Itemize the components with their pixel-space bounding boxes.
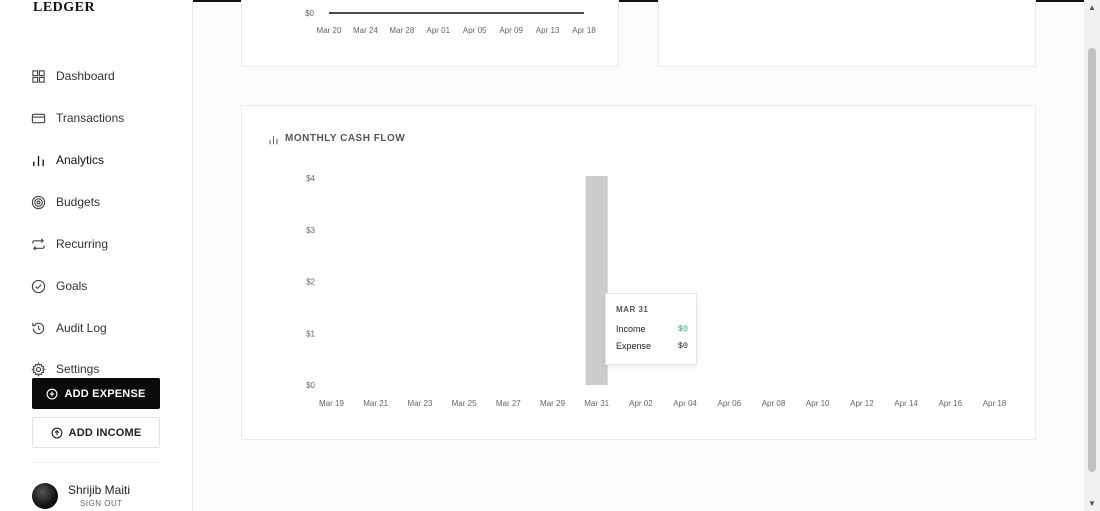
tooltip-expense-label: Expense xyxy=(616,341,652,351)
x-tick-label: Mar 29 xyxy=(540,399,565,408)
x-tick-label: Mar 19 xyxy=(319,399,344,408)
sidebar-item-label: Budgets xyxy=(56,195,101,209)
tooltip-income-value: $0 xyxy=(677,324,688,334)
plus-circle-icon xyxy=(47,388,58,399)
sidebar-item-label: Goals xyxy=(56,279,88,293)
sign-out-link[interactable]: SIGN OUT xyxy=(80,499,123,508)
scroll-down-arrow-icon[interactable]: ▼ xyxy=(1088,499,1096,508)
y-tick-label: $1 xyxy=(306,329,315,338)
sidebar-item-budgets[interactable]: Budgets xyxy=(31,192,100,212)
sidebar-item-label: Settings xyxy=(56,362,100,376)
tooltip-date: MAR 31 xyxy=(616,305,649,314)
sidebar-item-label: Analytics xyxy=(56,153,105,167)
add-expense-label: ADD EXPENSE xyxy=(64,387,146,400)
sidebar-item-analytics[interactable]: Analytics xyxy=(31,150,104,170)
check-circle-icon xyxy=(31,279,46,293)
x-tick-label: Apr 06 xyxy=(718,399,742,408)
sidebar-item-transactions[interactable]: Transactions xyxy=(31,108,124,128)
gear-icon xyxy=(31,361,46,377)
x-tick-label: Mar 27 xyxy=(496,399,521,408)
x-tick-label: Mar 31 xyxy=(584,399,609,408)
app-logo: LEDGER xyxy=(33,0,96,15)
y-tick-label: $3 xyxy=(306,226,315,235)
x-tick-label: Apr 01 xyxy=(426,26,450,35)
sidebar-item-label: Transactions xyxy=(56,111,125,125)
history-icon xyxy=(32,322,45,334)
scrollbar[interactable]: ▲ ▼ xyxy=(1084,0,1100,511)
x-tick-label: Apr 09 xyxy=(499,26,523,35)
x-tick-label: Mar 20 xyxy=(317,26,342,35)
x-tick-label: Mar 25 xyxy=(452,399,477,408)
x-tick-label: Apr 02 xyxy=(629,399,653,408)
sidebar-item-recurring[interactable]: Recurring xyxy=(31,234,108,254)
x-tick-label: Apr 12 xyxy=(850,399,874,408)
x-tick-label: Apr 14 xyxy=(894,399,918,408)
sidebar: LEDGER Dashboard Transactions Analytics … xyxy=(0,0,193,511)
target-icon xyxy=(31,195,46,209)
x-tick-label: Mar 24 xyxy=(353,26,378,35)
sidebar-item-label: Dashboard xyxy=(56,69,115,83)
card-icon xyxy=(31,113,46,123)
cash-flow-chart: $0 $1 $2 $3 $4 Mar 19 Mar 21 Mar 23 Mar 25 Mar 27… xyxy=(306,174,1007,408)
sidebar-item-audit-log[interactable]: Audit Log xyxy=(31,318,107,338)
arrow-up-circle-icon xyxy=(51,427,62,438)
x-tick-label: Apr 13 xyxy=(536,26,560,35)
x-tick-label: Apr 16 xyxy=(939,399,963,408)
x-tick-label: Mar 23 xyxy=(407,399,432,408)
trend-chart: $0Mar 20 Mar 24 Mar 28 Apr 01 Apr 05 Apr 09 Ap… xyxy=(305,9,596,35)
card-title: MONTHLY CASH FLOW xyxy=(285,133,406,144)
tooltip-expense-row: Expense $0 xyxy=(616,341,688,351)
x-tick-label: Apr 10 xyxy=(806,399,830,408)
tooltip-expense-value: $0 xyxy=(677,341,688,351)
dashboard-icon xyxy=(32,69,45,83)
add-income-label: ADD INCOME xyxy=(68,426,142,439)
user-name: Shrijib Maiti xyxy=(68,483,131,497)
add-expense-button[interactable]: ADD EXPENSE xyxy=(32,378,160,409)
tooltip-income-label: Income xyxy=(616,324,646,334)
sidebar-item-goals[interactable]: Goals xyxy=(31,276,87,296)
chart-tooltip: MAR 31 Income $0 Expense $0 xyxy=(605,293,697,365)
x-tick-label: Apr 18 xyxy=(983,399,1007,408)
y-tick-label: $0 xyxy=(305,9,314,18)
sidebar-item-dashboard[interactable]: Dashboard xyxy=(31,66,115,86)
y-tick-label: $0 xyxy=(306,381,315,390)
x-tick-label: Apr 05 xyxy=(463,26,487,35)
trend-card: $0 Mar 20 Mar 24 Mar 28 Apr 01 Apr 05 Apr 09 Ap… xyxy=(241,0,619,67)
bar-chart-icon xyxy=(33,155,44,166)
divider xyxy=(32,462,160,463)
sidebar-item-label: Audit Log xyxy=(56,321,107,335)
tooltip-income-row: Income $0 xyxy=(616,324,688,334)
x-tick-label: Mar 21 xyxy=(363,399,388,408)
scroll-thumb[interactable] xyxy=(1088,48,1096,472)
side-card xyxy=(658,0,1036,67)
sidebar-item-settings[interactable]: Settings xyxy=(31,359,99,379)
sidebar-item-label: Recurring xyxy=(56,237,109,251)
x-tick-label: Apr 08 xyxy=(762,399,786,408)
bar-chart-icon xyxy=(269,136,278,145)
avatar[interactable] xyxy=(32,483,58,509)
x-tick-label: Apr 04 xyxy=(673,399,697,408)
y-tick-label: $4 xyxy=(306,174,315,183)
y-tick-label: $2 xyxy=(306,278,315,287)
scroll-up-arrow-icon[interactable]: ▲ xyxy=(1088,3,1096,12)
x-tick-label: Mar 28 xyxy=(389,26,414,35)
add-income-button[interactable]: ADD INCOME xyxy=(32,417,160,448)
repeat-icon xyxy=(32,237,45,251)
x-tick-label: Apr 18 xyxy=(572,26,596,35)
